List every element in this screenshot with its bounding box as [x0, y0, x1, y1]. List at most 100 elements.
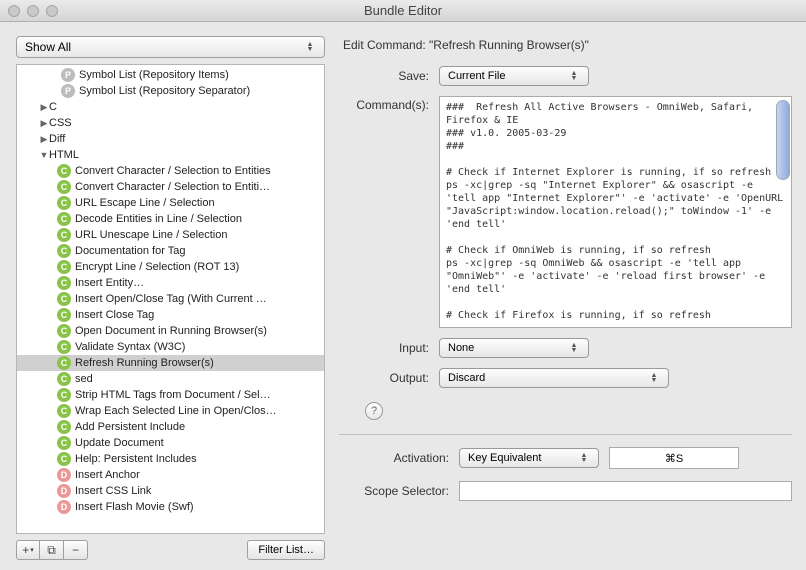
commands-label: Command(s):: [339, 96, 439, 112]
badge-c-icon: C: [57, 340, 71, 354]
tree-row[interactable]: ▼HTML: [17, 147, 324, 163]
tree-row[interactable]: DInsert Anchor: [17, 467, 324, 483]
tree-row-label: Wrap Each Selected Line in Open/Clos…: [75, 405, 277, 417]
tree-row-label: Encrypt Line / Selection (ROT 13): [75, 261, 239, 273]
badge-c-icon: C: [57, 436, 71, 450]
tree-row-label: Documentation for Tag: [75, 245, 185, 257]
badge-c-icon: C: [57, 420, 71, 434]
tree-row[interactable]: C Insert Open/Close Tag (With Current …: [17, 291, 324, 307]
tree-row[interactable]: P Symbol List (Repository Separator): [17, 83, 324, 99]
badge-c-icon: C: [57, 196, 71, 210]
duplicate-button[interactable]: ⧉: [40, 540, 64, 560]
add-popup-button[interactable]: +▾: [16, 540, 40, 560]
tree-row-label: Add Persistent Include: [75, 421, 185, 433]
badge-c-icon: C: [57, 228, 71, 242]
badge-c-icon: C: [57, 452, 71, 466]
key-equivalent-field[interactable]: ⌘S: [609, 447, 739, 469]
tree-row-label: Convert Character / Selection to Entitie…: [75, 165, 271, 177]
output-select[interactable]: Discard ▲▼: [439, 368, 669, 388]
updown-icon: ▲▼: [648, 373, 660, 383]
tree-row-label: URL Escape Line / Selection: [75, 197, 215, 209]
badge-c-icon: C: [57, 180, 71, 194]
tree-row[interactable]: CInsert Entity…: [17, 275, 324, 291]
tree-row[interactable]: CRefresh Running Browser(s): [17, 355, 324, 371]
minimize-button[interactable]: [27, 5, 39, 17]
tree-row-label: Validate Syntax (W3C): [75, 341, 185, 353]
tree-row[interactable]: ▶C: [17, 99, 324, 115]
badge-d-icon: D: [57, 500, 71, 514]
tree-row[interactable]: CConvert Character / Selection to Entiti…: [17, 179, 324, 195]
tree-row[interactable]: C URL Escape Line / Selection: [17, 195, 324, 211]
input-select[interactable]: None ▲▼: [439, 338, 589, 358]
tree-row-label: Insert CSS Link: [75, 485, 151, 497]
tree-row-label: HTML: [49, 149, 79, 161]
tree-row[interactable]: C Update Document: [17, 435, 324, 451]
updown-icon: ▲▼: [568, 343, 580, 353]
close-button[interactable]: [8, 5, 20, 17]
input-label: Input:: [339, 341, 439, 355]
tree-row[interactable]: PSymbol List (Repository Items): [17, 67, 324, 83]
commands-textarea[interactable]: ### Refresh All Active Browsers - OmniWe…: [439, 96, 792, 328]
tree-row[interactable]: CInsert Close Tag: [17, 307, 324, 323]
tree-row[interactable]: C Validate Syntax (W3C): [17, 339, 324, 355]
disclosure-closed-icon[interactable]: ▶: [39, 102, 49, 113]
tree-row-label: Insert Anchor: [75, 469, 140, 481]
badge-c-icon: C: [57, 324, 71, 338]
tree-row[interactable]: C Add Persistent Include: [17, 419, 324, 435]
tree-row-label: URL Unescape Line / Selection: [75, 229, 227, 241]
disclosure-closed-icon[interactable]: ▶: [39, 118, 49, 129]
tree-row-label: CSS: [49, 117, 72, 129]
filter-list-button[interactable]: Filter List…: [247, 540, 325, 560]
tree-row[interactable]: DInsert CSS Link: [17, 483, 324, 499]
disclosure-open-icon[interactable]: ▼: [39, 150, 49, 160]
tree-row-label: sed: [75, 373, 93, 385]
updown-icon: ▲▼: [568, 71, 580, 81]
tree-row-label: Insert Open/Close Tag (With Current …: [75, 293, 267, 305]
remove-button[interactable]: −: [64, 540, 88, 560]
tree-row[interactable]: C URL Unescape Line / Selection: [17, 227, 324, 243]
badge-c-icon: C: [57, 388, 71, 402]
tree-row-label: Help: Persistent Includes: [75, 453, 197, 465]
tree-row-label: Insert Flash Movie (Swf): [75, 501, 194, 513]
zoom-button[interactable]: [46, 5, 58, 17]
tree-row-label: Insert Entity…: [75, 277, 144, 289]
tree-row[interactable]: CDocumentation for Tag: [17, 243, 324, 259]
activation-label: Activation:: [339, 451, 459, 465]
scope-selector-input[interactable]: [459, 481, 792, 501]
activation-select[interactable]: Key Equivalent ▲▼: [459, 448, 599, 468]
badge-c-icon: C: [57, 260, 71, 274]
badge-c-icon: C: [57, 292, 71, 306]
badge-p-icon: P: [61, 68, 75, 82]
filter-select[interactable]: Show All ▲▼: [16, 36, 325, 58]
tree-row[interactable]: CConvert Character / Selection to Entiti…: [17, 163, 324, 179]
tree-row[interactable]: ▶Diff: [17, 131, 324, 147]
tree-row[interactable]: C Help: Persistent Includes: [17, 451, 324, 467]
tree-row[interactable]: CDecode Entities in Line / Selection: [17, 211, 324, 227]
bundle-tree[interactable]: PSymbol List (Repository Items)P Symbol L…: [16, 64, 325, 534]
tree-row[interactable]: C Wrap Each Selected Line in Open/Clos…: [17, 403, 324, 419]
tree-row-label: Diff: [49, 133, 65, 145]
tree-row[interactable]: COpen Document in Running Browser(s): [17, 323, 324, 339]
help-button[interactable]: ?: [365, 402, 383, 420]
badge-p-icon: P: [61, 84, 75, 98]
editor-pane: Edit Command: "Refresh Running Browser(s…: [335, 22, 806, 570]
tree-row-label: Update Document: [75, 437, 164, 449]
badge-c-icon: C: [57, 372, 71, 386]
filter-select-label: Show All: [25, 40, 71, 54]
scrollbar-thumb[interactable]: [776, 100, 790, 180]
sidebar: Show All ▲▼ PSymbol List (Repository Ite…: [0, 22, 335, 570]
tree-row[interactable]: D Insert Flash Movie (Swf): [17, 499, 324, 515]
tree-row-label: Strip HTML Tags from Document / Sel…: [75, 389, 271, 401]
disclosure-closed-icon[interactable]: ▶: [39, 134, 49, 145]
badge-c-icon: C: [57, 308, 71, 322]
save-select[interactable]: Current File ▲▼: [439, 66, 589, 86]
save-label: Save:: [339, 69, 439, 83]
separator: [339, 434, 792, 435]
tree-row[interactable]: Csed: [17, 371, 324, 387]
tree-row-label: Refresh Running Browser(s): [75, 357, 214, 369]
tree-row[interactable]: C Encrypt Line / Selection (ROT 13): [17, 259, 324, 275]
tree-row-label: Symbol List (Repository Separator): [79, 85, 250, 97]
tree-row[interactable]: C Strip HTML Tags from Document / Sel…: [17, 387, 324, 403]
tree-row[interactable]: ▶CSS: [17, 115, 324, 131]
badge-c-icon: C: [57, 404, 71, 418]
